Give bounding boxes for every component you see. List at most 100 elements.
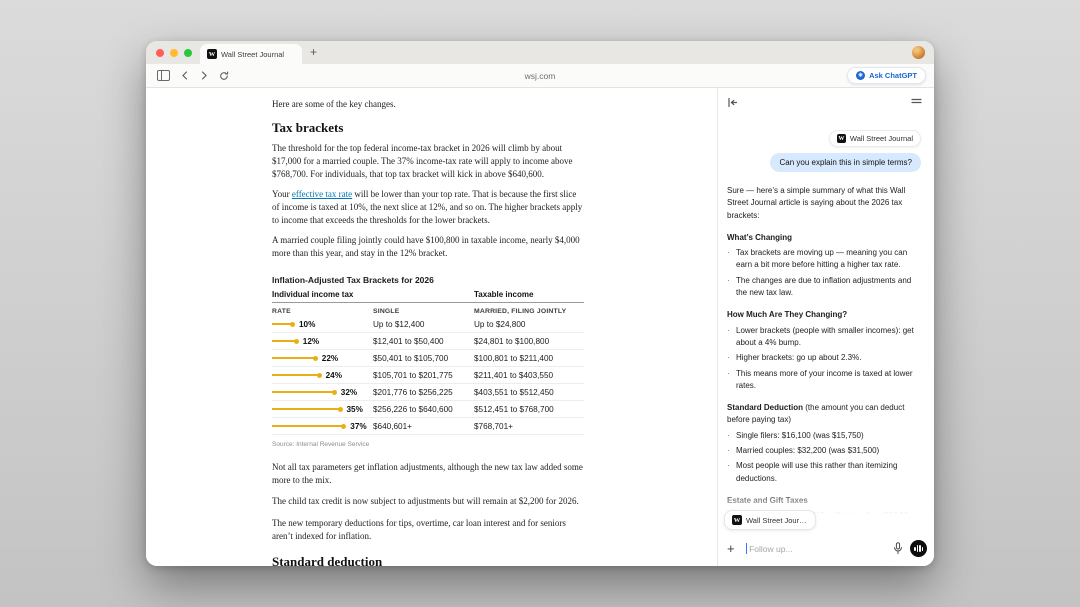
bullet-text: This means more of your income is taxed … xyxy=(736,368,920,393)
ask-chatgpt-label: Ask ChatGPT xyxy=(869,71,917,80)
close-button[interactable] xyxy=(156,49,164,57)
married-cell: $768,701+ xyxy=(474,422,584,431)
article-paragraph: The new temporary deductions for tips, o… xyxy=(272,517,584,543)
single-cell: $201,776 to $256,225 xyxy=(373,388,474,397)
column-header-married: MARRIED, FILING JOINTLY xyxy=(474,307,584,316)
rate-bar xyxy=(272,357,314,359)
bullet-marker: · xyxy=(727,275,731,300)
paragraph-text: Your xyxy=(272,189,292,199)
table-row: 32% $201,776 to $256,225 $403,551 to $51… xyxy=(272,384,584,401)
rate-cell: 37% xyxy=(350,422,366,431)
chatgpt-sidebar: W Wall Street Journal Can you explain th… xyxy=(717,88,934,566)
rate-cell: 10% xyxy=(299,320,315,329)
bullet-item: ·Lower brackets (people with smaller inc… xyxy=(727,325,920,350)
back-icon[interactable] xyxy=(181,71,189,80)
assistant-bullet-list: ·Lower brackets (people with smaller inc… xyxy=(727,325,920,392)
source-chip-label: Wall Street Journal xyxy=(850,134,913,143)
address-bar[interactable]: wsj.com xyxy=(146,71,934,81)
column-header-single: SINGLE xyxy=(373,307,474,316)
ask-chatgpt-button[interactable]: ✳ Ask ChatGPT xyxy=(847,67,926,84)
sidebar-toggle-icon[interactable] xyxy=(157,70,170,81)
traffic-lights xyxy=(156,49,192,57)
rate-cell: 32% xyxy=(341,388,357,397)
sidebar-header xyxy=(718,88,934,118)
married-cell: $403,551 to $512,450 xyxy=(474,388,584,397)
window-content: Here are some of the key changes. Tax br… xyxy=(146,88,934,566)
minimize-button[interactable] xyxy=(170,49,178,57)
table-row: 35% $256,226 to $640,600 $512,451 to $76… xyxy=(272,401,584,418)
bullet-marker: · xyxy=(727,352,731,364)
column-header-rate: RATE xyxy=(272,307,373,316)
waveform-icon xyxy=(914,547,916,551)
assistant-message: Sure — here’s a simple summary of what t… xyxy=(727,185,920,523)
group-header-individual: Individual income tax xyxy=(272,289,373,300)
bullet-item: ·Single filers: $16,100 (was $15,750) xyxy=(727,430,920,442)
panel-menu-icon[interactable] xyxy=(911,97,922,105)
effective-tax-rate-link[interactable]: effective tax rate xyxy=(292,189,352,199)
bullet-marker: · xyxy=(727,247,731,272)
new-tab-button[interactable]: + xyxy=(310,45,317,59)
assistant-bullet-list: ·Tax brackets are moving up — meaning yo… xyxy=(727,247,920,299)
rate-bar xyxy=(272,340,295,342)
profile-avatar[interactable] xyxy=(912,46,925,59)
bullet-item: · Married couples: $32,200 (was $31,500) xyxy=(727,445,920,457)
bullet-marker: · xyxy=(727,325,731,350)
table-title: Inflation-Adjusted Tax Brackets for 2026 xyxy=(272,275,584,286)
bullet-item: ·Tax brackets are moving up — meaning yo… xyxy=(727,247,920,272)
tax-bracket-table: Inflation-Adjusted Tax Brackets for 2026… xyxy=(272,275,584,449)
bullet-item: ·Higher brackets: go up about 2.3%. xyxy=(727,352,920,364)
chatgpt-logo-icon: ✳ xyxy=(856,71,865,80)
assistant-section-heading: Standard Deduction (the amount you can d… xyxy=(727,402,920,427)
wsj-logo-icon: W xyxy=(732,515,742,525)
source-chip[interactable]: W Wall Street Journal xyxy=(829,130,921,147)
text-cursor xyxy=(746,543,748,554)
bullet-text: Married couples: $32,200 (was $31,500) xyxy=(736,445,879,457)
single-cell: Up to $12,400 xyxy=(373,320,474,329)
title-bar: W Wall Street Journal + xyxy=(146,41,934,64)
table-row: 10% Up to $12,400 Up to $24,800 xyxy=(272,316,584,333)
rate-bar-dot xyxy=(338,407,343,412)
table-source: Source: Internal Revenue Service xyxy=(272,440,584,449)
married-cell: $24,801 to $100,800 xyxy=(474,337,584,346)
rate-cell: 35% xyxy=(347,405,363,414)
married-cell: $512,451 to $768,700 xyxy=(474,405,584,414)
article-pane: Here are some of the key changes. Tax br… xyxy=(146,88,717,566)
rate-cell: 22% xyxy=(322,354,338,363)
article-intro: Here are some of the key changes. xyxy=(272,98,584,111)
rate-bar-dot xyxy=(294,339,299,344)
bullet-marker: · xyxy=(727,460,731,485)
attach-plus-button[interactable]: + xyxy=(727,542,735,555)
context-chip-label: Wall Street Journal xyxy=(746,516,808,525)
wsj-favicon-icon: W xyxy=(207,49,217,59)
collapse-sidebar-icon[interactable] xyxy=(727,97,738,108)
browser-window: W Wall Street Journal + wsj.com ✳ Ask Ch… xyxy=(146,41,934,566)
rate-cell: 12% xyxy=(303,337,319,346)
article-paragraph: Not all tax parameters get inflation adj… xyxy=(272,461,584,487)
forward-icon[interactable] xyxy=(200,71,208,80)
article-paragraph: The threshold for the top federal income… xyxy=(272,142,584,181)
browser-tab[interactable]: W Wall Street Journal xyxy=(200,44,302,64)
voice-mode-button[interactable] xyxy=(910,540,927,557)
rate-cell: 24% xyxy=(326,371,342,380)
rate-bar xyxy=(272,374,318,376)
bullet-text: The changes are due to inflation adjustm… xyxy=(736,275,920,300)
microphone-icon[interactable] xyxy=(893,542,903,555)
followup-input[interactable]: Follow up... xyxy=(749,544,893,554)
bullet-text: Lower brackets (people with smaller inco… xyxy=(736,325,920,350)
bullet-marker: · xyxy=(727,368,731,393)
rate-bar xyxy=(272,391,333,393)
assistant-section-heading: What’s Changing xyxy=(727,232,920,244)
married-cell: $211,401 to $403,550 xyxy=(474,371,584,380)
zoom-button[interactable] xyxy=(184,49,192,57)
bullet-marker: · xyxy=(727,445,731,457)
heading-bold: Standard Deduction xyxy=(727,403,803,412)
married-cell: Up to $24,800 xyxy=(474,320,584,329)
rate-bar xyxy=(272,425,342,427)
table-group-headers: Individual income tax Taxable income xyxy=(272,289,584,303)
group-header-taxable: Taxable income xyxy=(474,289,584,300)
section-heading-tax-brackets: Tax brackets xyxy=(272,120,584,135)
composer-area: W Wall Street Journal + Follow up... xyxy=(718,488,934,566)
context-chip[interactable]: W Wall Street Journal xyxy=(724,510,816,530)
reload-icon[interactable] xyxy=(219,71,229,81)
table-row: 37% $640,601+ $768,701+ xyxy=(272,418,584,435)
